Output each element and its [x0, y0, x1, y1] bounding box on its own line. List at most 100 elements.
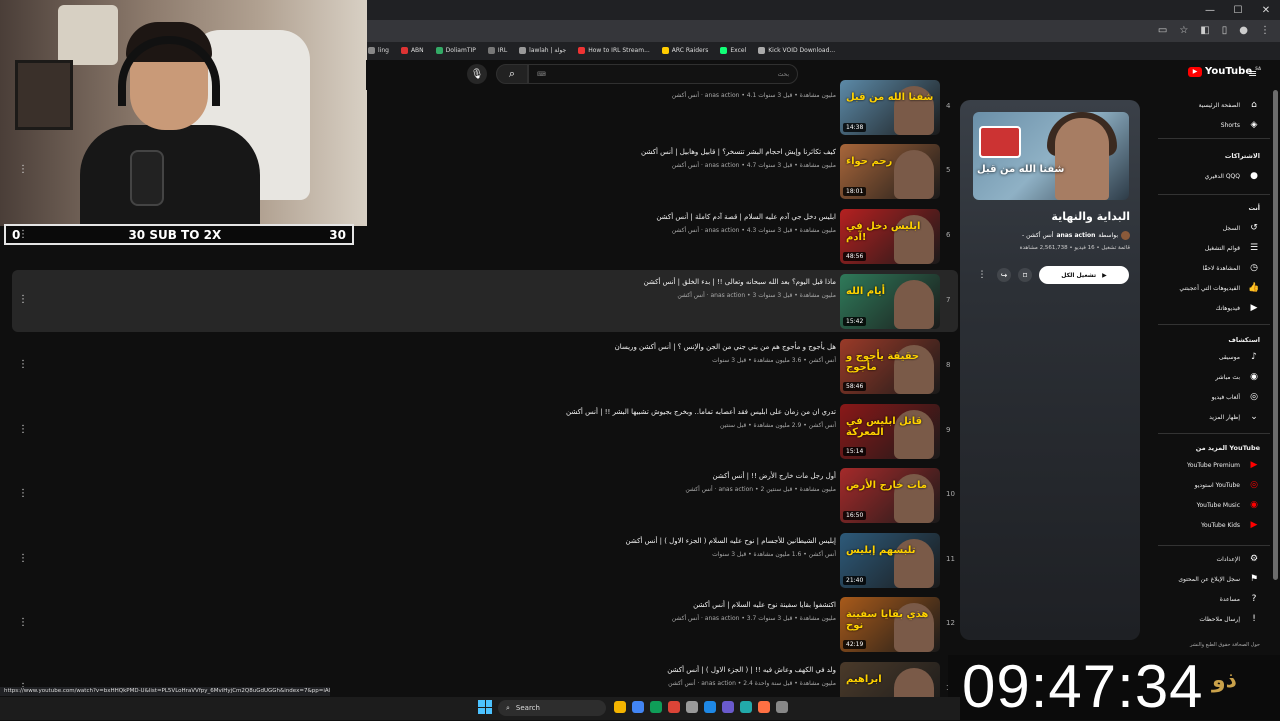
sidebar-item[interactable]: الإعدادات ⚙	[1217, 554, 1260, 564]
save-playlist-button[interactable]: ⌑	[1018, 268, 1032, 282]
playlist-video-row[interactable]: 6 ابليس دخل في آدم! 48:56 ابليس دخل جي آدم …	[12, 205, 958, 267]
video-thumbnail[interactable]: أيام الله 15:42	[840, 274, 940, 329]
more-vert-icon[interactable]: ⋮	[18, 359, 28, 370]
more-vert-icon[interactable]: ⋮	[18, 553, 28, 564]
video-title[interactable]: تدري ان من زمان على ابليس فقد أعصابه تما…	[566, 408, 836, 416]
more-vert-icon[interactable]: ⋮	[18, 424, 28, 435]
page-scrollbar[interactable]	[1273, 90, 1278, 580]
taskbar-app-icon[interactable]	[704, 701, 716, 713]
sidebar-section-heading[interactable]: استكشاف	[1228, 336, 1260, 344]
more-vert-icon[interactable]: ⋮	[18, 488, 28, 499]
playlist-video-row[interactable]: 9 قاتل ابليس في المعركة 15:14 تدري ان من زم…	[12, 400, 958, 462]
sidebar-section-heading[interactable]: المزيد من YouTube	[1196, 444, 1260, 452]
bookmark-item[interactable]: Kick VOID Download...	[758, 46, 835, 54]
sidebar-item[interactable]: ألعاب فيديو ◎	[1212, 392, 1260, 402]
playlist-video-row[interactable]: 4 شفنا الله من قبل 14:38 أنس أكشن · anas ac…	[12, 76, 958, 138]
playlist-more-button[interactable]: ⋮	[975, 268, 989, 282]
minimize-button[interactable]: —	[1196, 0, 1224, 20]
playlist-video-row[interactable]: 7 أيام الله 15:42 ماذا قبل اليوم؟ بعد الله …	[12, 270, 958, 332]
taskbar-app-icon[interactable]	[758, 701, 770, 713]
playlist-cover[interactable]: شفنا الله من قبل	[973, 112, 1129, 200]
sidebar-item[interactable]: استوديو YouTube ◎	[1195, 480, 1260, 490]
taskbar-search[interactable]: ⌕ Search	[498, 700, 606, 716]
video-title[interactable]: ماذا قبل اليوم؟ بعد الله سبحانه وتعالى !…	[644, 278, 836, 286]
video-thumbnail[interactable]: حقيقة يأجوج و مأجوج 58:46	[840, 339, 940, 394]
video-title[interactable]: إبليس الشيطانين للأجسام | نوح عليه السلا…	[626, 537, 837, 545]
taskbar-app-icon[interactable]	[614, 701, 626, 713]
sidebar-item[interactable]: إرسال ملاحظات!	[1199, 614, 1260, 624]
more-vert-icon[interactable]: ⋮	[18, 617, 28, 628]
bookmark-item[interactable]: Excel	[720, 46, 746, 54]
bookmark-item[interactable]: How to IRL Stream...	[578, 46, 650, 54]
extensions-icon[interactable]: ◧	[1200, 25, 1209, 36]
video-title[interactable]: أول رجل مات خارج الأرض !! | أنس أكشن	[713, 472, 836, 480]
video-thumbnail[interactable]: قاتل ابليس في المعركة 15:14	[840, 404, 940, 459]
video-title[interactable]: هل يأجوج و مأجوج هم من بني جني من الجن و…	[615, 343, 836, 351]
more-vert-icon[interactable]: ⋮	[18, 229, 28, 240]
taskbar-app-icon[interactable]	[740, 701, 752, 713]
taskbar-app-icon[interactable]	[632, 701, 644, 713]
video-index: 10	[946, 490, 955, 498]
taskbar-app-icon[interactable]	[668, 701, 680, 713]
more-vert-icon[interactable]: ⋮	[18, 164, 28, 175]
sidebar-item[interactable]: بث مباشر ◉	[1215, 372, 1260, 382]
sidebar-item[interactable]: موسيقى ♪	[1219, 352, 1260, 362]
sidebar-item[interactable]: YouTube Kids ▶	[1201, 520, 1260, 530]
sidepanel-icon[interactable]: ▯	[1222, 25, 1228, 36]
video-thumbnail[interactable]: مات خارج الأرض 16:50	[840, 468, 940, 523]
sidebar-item[interactable]: مساعدة?	[1220, 594, 1260, 604]
maximize-button[interactable]: ☐	[1224, 0, 1252, 20]
close-button[interactable]: ✕	[1252, 0, 1280, 20]
taskbar-app-icon[interactable]	[776, 701, 788, 713]
profile-avatar[interactable]: ●	[1239, 25, 1248, 36]
sidebar-section-heading[interactable]: أنت	[1248, 204, 1260, 212]
playlist-video-row[interactable]: 10 مات خارج الأرض 16:50 أول رجل مات خارج ال…	[12, 464, 958, 526]
bookmark-item[interactable]: IRL	[487, 46, 507, 54]
play-all-button[interactable]: تشغيل الكل ▶	[1039, 266, 1129, 284]
share-playlist-button[interactable]: ↪	[997, 268, 1011, 282]
sidebar-item[interactable]: إظهار المزيد ⌄	[1209, 412, 1260, 422]
bookmark-star-icon[interactable]: ☆	[1179, 25, 1188, 36]
bookmark-item[interactable]: ARC Raiders	[661, 46, 708, 54]
sidebar-item[interactable]: YouTube Music ◉	[1197, 500, 1260, 510]
video-thumbnail[interactable]: هذي بقايا سفينة نوح 42:19	[840, 597, 940, 652]
menu-icon[interactable]: ≡	[1248, 67, 1257, 80]
sidebar-item[interactable]: سجل الإبلاغ عن المحتوى ⚑	[1178, 574, 1260, 584]
video-thumbnail[interactable]: شفنا الله من قبل 14:38	[840, 80, 940, 135]
playlist-owner[interactable]: - أنس أكشن anas action بواسطة	[970, 231, 1130, 240]
cast-icon[interactable]: ▭	[1158, 25, 1167, 36]
taskbar-app-icon[interactable]	[722, 701, 734, 713]
taskbar-app-icon[interactable]	[686, 701, 698, 713]
sidebar-item[interactable]: الصفحة الرئيسية ⌂	[1199, 100, 1260, 110]
video-title[interactable]: اكتشفوا بقايا سفينة نوح عليه السلام | أن…	[693, 601, 836, 609]
menu-dots-icon[interactable]: ⋮	[1260, 25, 1270, 36]
playlist-video-row[interactable]: 5 رحم حواء 18:01 كيف تكاثرنا وإيش احجام الب…	[12, 140, 958, 202]
start-button[interactable]	[478, 700, 492, 714]
sidebar-section-heading[interactable]: الاشتراكات	[1225, 152, 1260, 160]
sidebar-item[interactable]: المشاهدة لاحقًا ◷	[1202, 263, 1260, 273]
video-title[interactable]: كيف تكاثرنا وإيش احجام البشر تتسخر؟ | قا…	[641, 148, 836, 156]
bookmark-item[interactable]: DoliamTIP	[435, 46, 476, 54]
sidebar-item[interactable]: الدفيري QQQ ●	[1205, 171, 1260, 181]
share-icon: ↪	[1000, 270, 1008, 280]
video-thumbnail[interactable]: رحم حواء 18:01	[840, 144, 940, 199]
sidebar-item[interactable]: السجل ↺	[1223, 223, 1260, 233]
video-title[interactable]: ولد في الكهف وعاش فيه !! | ( الجزء الاول…	[667, 666, 836, 674]
sidebar-item[interactable]: قوائم التشغيل ☰	[1205, 243, 1260, 253]
sidebar-item[interactable]: YouTube Premium ▶	[1187, 460, 1260, 470]
more-vert-icon[interactable]: ⋮	[18, 294, 28, 305]
taskbar-app-icon[interactable]	[650, 701, 662, 713]
video-thumbnail[interactable]: ابليس دخل في آدم! 48:56	[840, 209, 940, 264]
video-thumbnail[interactable]: تلبسهم إبليس 21:40	[840, 533, 940, 588]
video-title[interactable]: ابليس دخل جي آدم عليه السلام | قصة آدم ك…	[656, 213, 836, 221]
playlist-video-row[interactable]: 11 تلبسهم إبليس 21:40 إبليس الشيطانين للأجس…	[12, 529, 958, 591]
playlist-video-row[interactable]: 8 حقيقة يأجوج و مأجوج 58:46 هل يأجوج و مأجو…	[12, 335, 958, 397]
sidebar-item[interactable]: الفيديوهات التي أعجبتني 👍	[1179, 283, 1260, 293]
playlist-video-row[interactable]: 12 هذي بقايا سفينة نوح 42:19 اكتشفوا بقايا …	[12, 593, 958, 655]
sidebar-item[interactable]: Shorts ◈	[1221, 120, 1260, 130]
bookmark-item[interactable]: ling	[368, 46, 389, 54]
bookmark-item[interactable]: lawlah | جولة	[519, 46, 566, 54]
sidebar-item[interactable]: فيديوهاتك ▶	[1216, 303, 1260, 313]
bookmark-item[interactable]: ABN	[400, 46, 424, 54]
sidebar-footer[interactable]: حول الصحافة حقوق الطبع والنشر	[1190, 642, 1260, 648]
